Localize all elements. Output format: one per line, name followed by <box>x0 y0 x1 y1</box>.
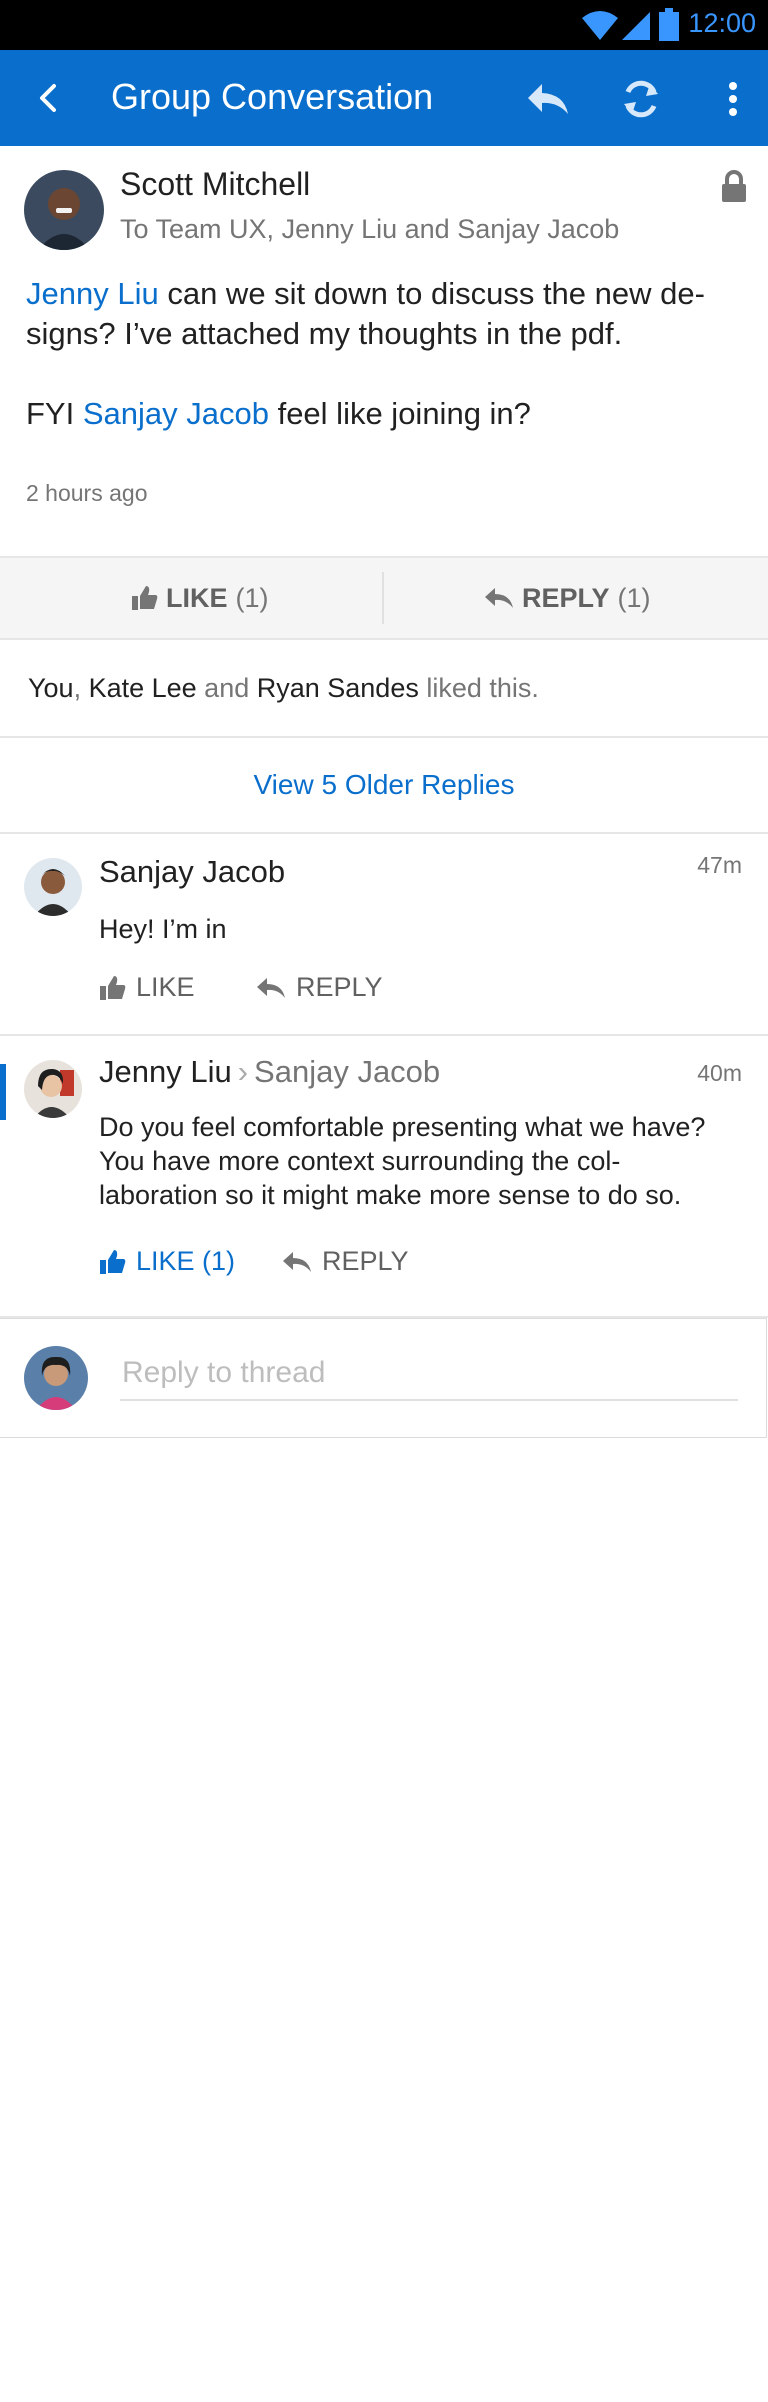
post-author[interactable]: Scott Mitchell <box>120 166 310 203</box>
post-timestamp: 2 hours ago <box>26 480 148 506</box>
liker-name[interactable]: Kate Lee <box>89 673 197 703</box>
view-older-replies-link[interactable]: View 5 Older Replies <box>0 738 768 834</box>
app-bar: Group Conversation <box>0 50 768 146</box>
like-button[interactable]: LIKE (1) <box>132 558 269 638</box>
reply-icon[interactable] <box>522 74 572 124</box>
chevron-right-icon: › <box>237 1054 249 1089</box>
more-options-icon[interactable] <box>708 74 758 124</box>
reply-reply-label: REPLY <box>322 1246 409 1276</box>
status-bar: 12:00 <box>0 0 768 50</box>
post-text: feel like joining in? <box>268 396 531 431</box>
refresh-icon[interactable] <box>616 74 666 124</box>
reply-age: 40m <box>697 1060 742 1086</box>
thumbs-up-icon <box>132 586 158 610</box>
liker-suffix: liked this. <box>418 673 539 703</box>
reply-text: Do you feel comfortable presenting what … <box>99 1112 706 1210</box>
unread-indicator <box>0 1064 6 1120</box>
mention-link[interactable]: Jenny Liu <box>26 276 159 311</box>
post-paragraph: FYI Sanjay Jacob feel like joining in? <box>26 394 736 434</box>
wifi-icon <box>582 11 618 40</box>
reply-author: Jenny Liu › Sanjay Jacob <box>99 1054 440 1090</box>
avatar <box>24 1346 88 1410</box>
reply-reply-button[interactable]: REPLY <box>282 1246 409 1277</box>
reply-like-label: LIKE <box>136 972 195 1002</box>
reply-like-button[interactable]: LIKE (1) <box>100 1246 235 1277</box>
post-paragraph: Jenny Liu can we sit down to discuss the… <box>26 274 736 354</box>
thumbs-up-icon <box>100 975 126 1000</box>
liker-separator: , <box>73 673 89 703</box>
likers-line: You, Kate Lee and Ryan Sandes liked this… <box>0 640 768 738</box>
reply-recipient[interactable]: Sanjay Jacob <box>254 1054 440 1089</box>
reply-arrow-icon <box>283 1251 311 1272</box>
avatar[interactable] <box>24 170 104 250</box>
status-time: 12:00 <box>688 8 756 38</box>
divider <box>382 572 384 624</box>
like-label: LIKE <box>166 582 228 613</box>
back-arrow-icon[interactable] <box>28 78 68 118</box>
post-recipients: To Team UX, Jenny Liu and Sanjay Jacob <box>120 214 620 244</box>
signal-icon <box>622 12 650 40</box>
reply-item: Jenny Liu › Sanjay Jacob 40m Do you feel c… <box>0 1036 768 1318</box>
avatar[interactable] <box>24 1060 82 1118</box>
battery-icon <box>659 8 679 41</box>
avatar[interactable] <box>24 858 82 916</box>
original-post: Scott Mitchell To Team UX, Jenny Liu and… <box>0 146 768 558</box>
mention-link[interactable]: Sanjay Jacob <box>83 396 269 431</box>
reply-input[interactable] <box>120 1347 738 1401</box>
thumbs-up-icon <box>100 1249 126 1274</box>
reply-item: Sanjay Jacob 47m Hey! I’m in LIKE REPLY <box>0 834 768 1036</box>
reply-text: Hey! I’m in <box>99 914 227 944</box>
reply-like-label: LIKE (1) <box>136 1246 236 1276</box>
reply-count: (1) <box>617 582 651 613</box>
reply-arrow-icon <box>257 977 285 998</box>
post-body: Jenny Liu can we sit down to discuss the… <box>26 274 736 474</box>
reply-reply-label: REPLY <box>296 972 383 1002</box>
reply-label: REPLY <box>522 582 610 613</box>
reply-author[interactable]: Sanjay Jacob <box>99 854 285 890</box>
liker-separator: and <box>196 673 257 703</box>
reply-composer <box>0 1318 767 1438</box>
reply-button[interactable]: REPLY (1) <box>484 558 651 638</box>
reply-author-name[interactable]: Jenny Liu <box>99 1054 232 1089</box>
reply-like-button[interactable]: LIKE <box>100 972 195 1003</box>
page-title: Group Conversation <box>111 76 434 117</box>
liker-you: You <box>28 673 74 703</box>
reply-arrow-icon <box>485 588 513 608</box>
reply-reply-button[interactable]: REPLY <box>256 972 383 1003</box>
reply-age: 47m <box>697 852 742 878</box>
lock-icon <box>722 170 746 202</box>
liker-name[interactable]: Ryan Sandes <box>257 673 419 703</box>
post-actions-bar: LIKE (1) REPLY (1) <box>0 558 768 640</box>
post-text: FYI <box>26 396 83 431</box>
like-count: (1) <box>235 582 269 613</box>
